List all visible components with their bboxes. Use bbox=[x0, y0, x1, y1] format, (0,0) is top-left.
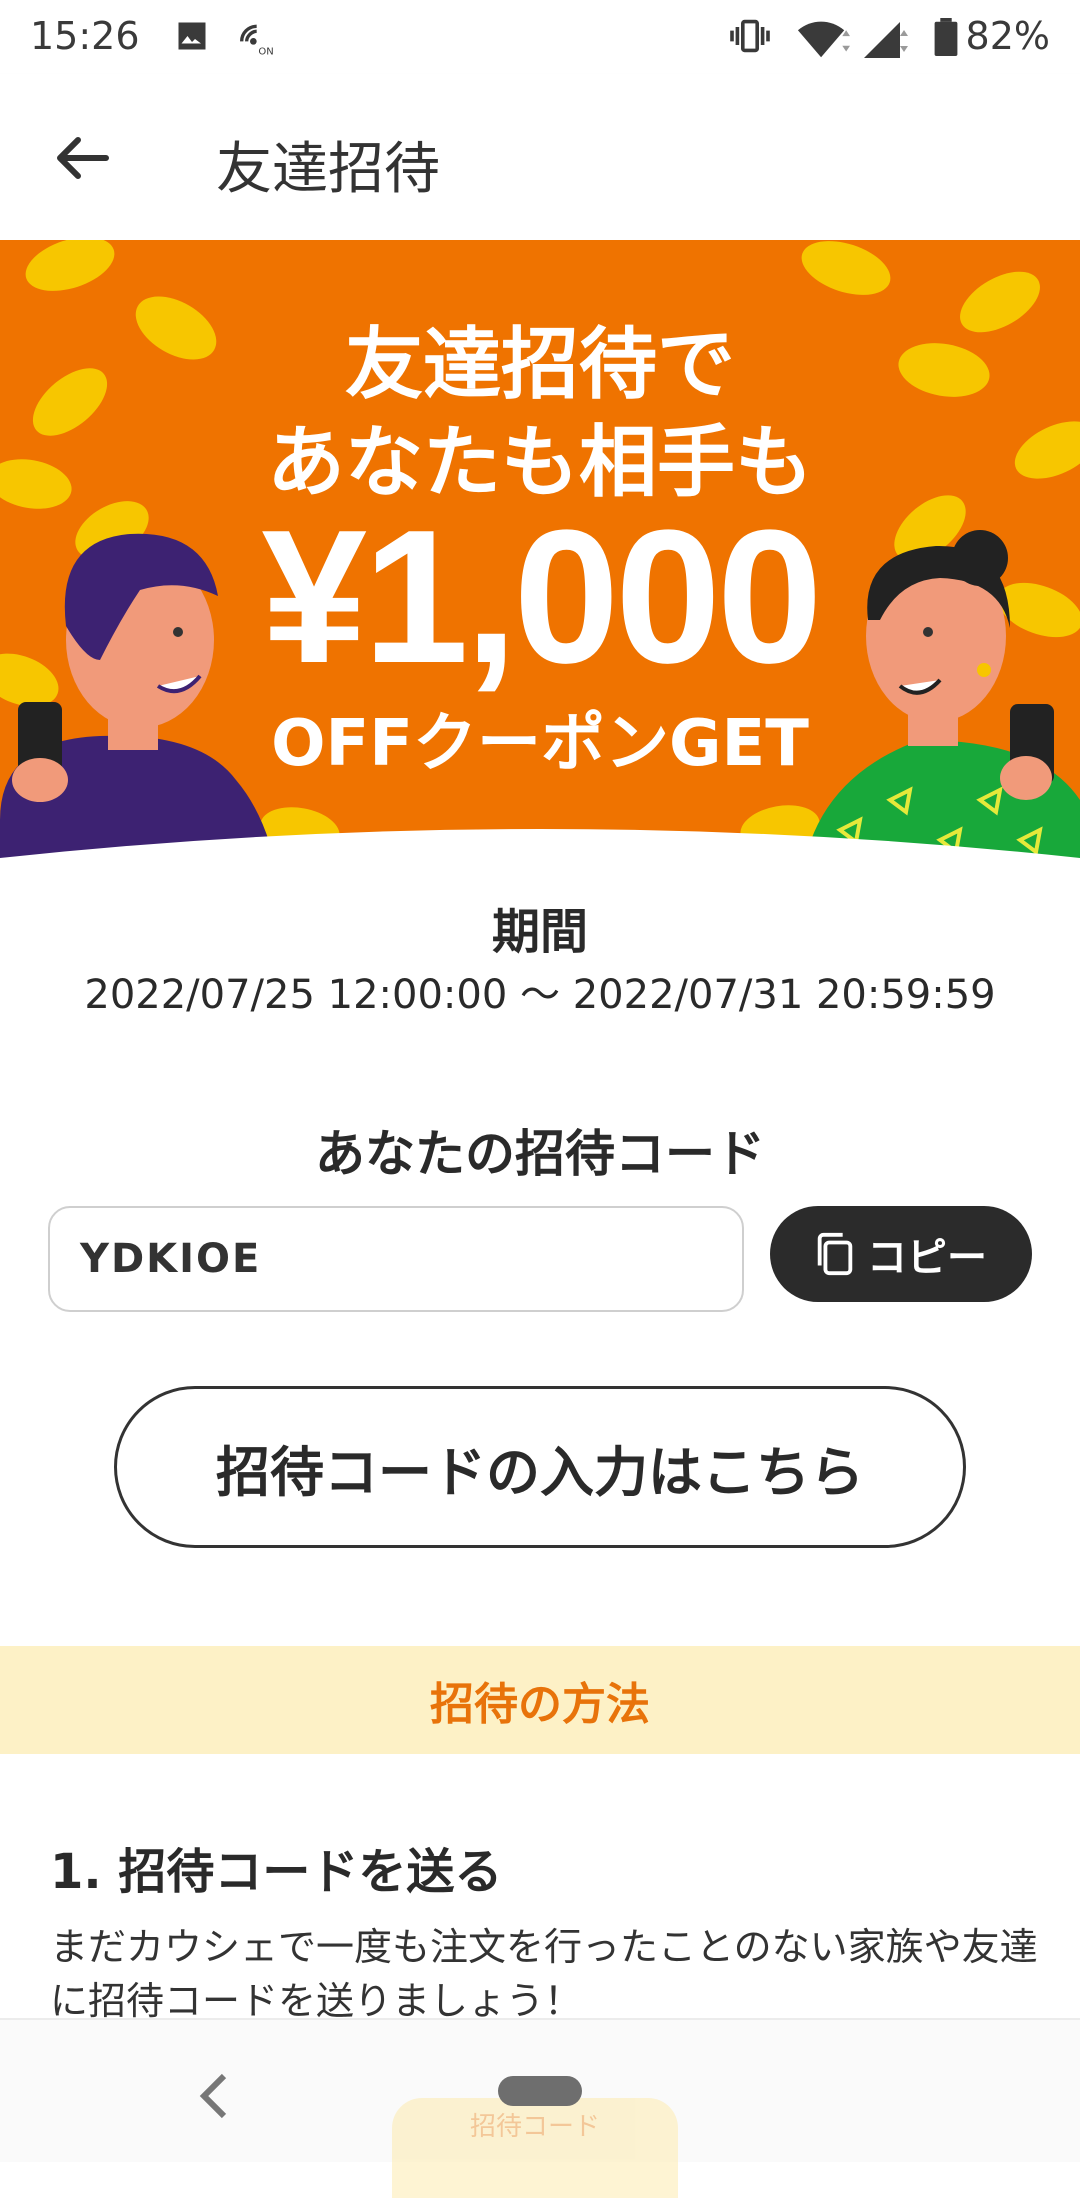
peek-card-label: 招待コード bbox=[469, 2112, 600, 2142]
svg-text:ON: ON bbox=[258, 47, 273, 58]
copy-icon bbox=[817, 1232, 853, 1276]
copy-label: コピー bbox=[867, 1235, 987, 1281]
signal-icon bbox=[864, 22, 908, 58]
how-to-label: 招待の方法 bbox=[430, 1679, 650, 1730]
back-button[interactable] bbox=[40, 116, 124, 200]
home-pill-icon[interactable] bbox=[498, 2076, 582, 2106]
invite-code-value: YDKIOE bbox=[80, 1236, 262, 1282]
peek-card: 招待コード bbox=[392, 2098, 678, 2198]
copy-button[interactable]: コピー bbox=[770, 1206, 1032, 1302]
page-title: 友達招待 bbox=[216, 137, 440, 202]
status-bar: 15:26 ON 82% bbox=[0, 0, 1080, 74]
enter-invite-code-button[interactable]: 招待コードの入力はこちら bbox=[114, 1386, 966, 1548]
enter-invite-code-label: 招待コードの入力はこちら bbox=[216, 1440, 864, 1504]
step-title: 1. 招待コードを送る bbox=[50, 1844, 503, 1900]
system-nav-bar: 招待コード bbox=[0, 2018, 1080, 2198]
battery-icon bbox=[934, 18, 958, 56]
banner-headline-1: 友達招待で bbox=[344, 320, 735, 410]
battery-percent: 82% bbox=[965, 14, 1050, 58]
nav-back-icon[interactable] bbox=[196, 2072, 232, 2120]
banner-amount: ¥1,000 bbox=[261, 491, 822, 703]
app-bar: 友達招待 bbox=[0, 74, 1080, 242]
period-value: 2022/07/25 12:00:00 〜 2022/07/31 20:59:5… bbox=[84, 972, 996, 1018]
arrow-back-icon bbox=[57, 137, 109, 179]
banner-subtitle: OFFクーポンGET bbox=[271, 707, 809, 781]
status-time: 15:26 bbox=[30, 14, 140, 58]
vibrate-icon bbox=[730, 19, 770, 53]
how-to-header: 招待の方法 bbox=[0, 1646, 1080, 1754]
nfc-icon: ON bbox=[240, 24, 274, 58]
image-icon bbox=[178, 22, 206, 50]
promo-banner: 友達招待で あなたも相手も ¥1,000 OFFクーポンGET bbox=[0, 240, 1080, 890]
invite-code-field: YDKIOE bbox=[48, 1206, 744, 1312]
invite-code-heading: あなたの招待コード bbox=[315, 1125, 765, 1183]
period-label: 期間 bbox=[491, 904, 588, 960]
step-description: まだカウシェで一度も注文を行ったことのない家族や友達に招待コードを送りましょう！ bbox=[50, 1925, 1038, 2023]
wifi-icon bbox=[797, 21, 850, 58]
